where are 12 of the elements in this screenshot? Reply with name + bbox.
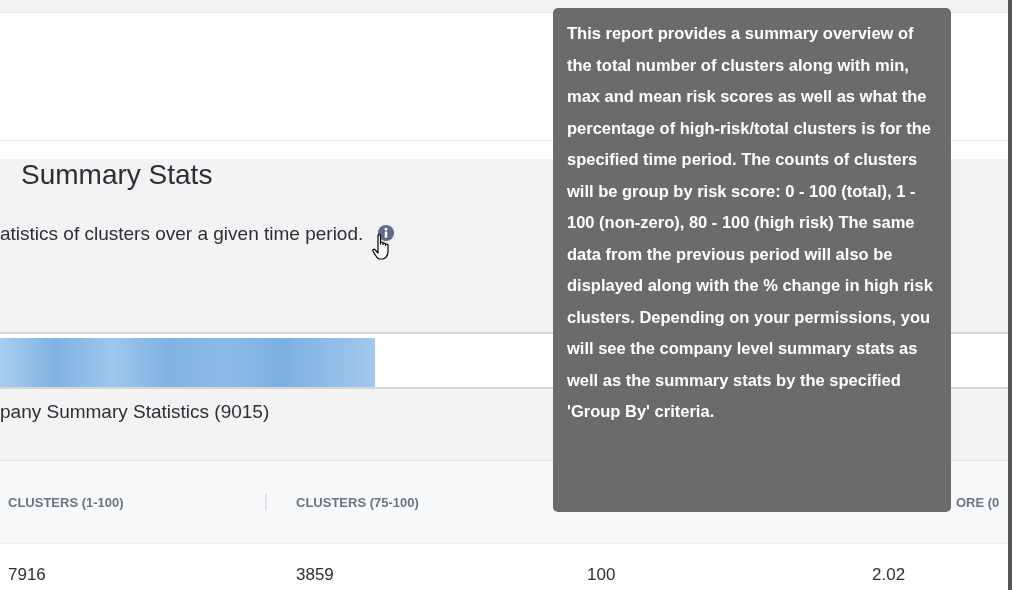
section-title: pany Summary Statistics (9015) xyxy=(0,401,270,422)
table-cell: 100 xyxy=(587,565,616,584)
column-header[interactable]: CLUSTERS (1-100) xyxy=(8,494,124,510)
info-icon[interactable] xyxy=(377,224,396,242)
tooltip: This report provides a summary overview of the total number of clusters along with min, max and mean risk scores as well as what the percentage of high-risk/total clusters is for the specified time period. The counts of clusters will be group by risk score: 0 - 100 (total), 1 - 100 (non-zero), 80 - 100 (high risk) The same data from the previous period will also be displayed along with the % change in high risk clusters. Depending on your permissions, you will see the company level summary stats as well as the summary stats by the specified 'Group By' criteria. xyxy=(553,8,951,512)
table-cell: 7916 xyxy=(8,565,46,584)
column-header[interactable]: CLUSTERS (75-100) xyxy=(296,494,419,510)
table-cell: 3859 xyxy=(296,565,334,584)
panel-description: atistics of clusters over a given time period. xyxy=(0,223,364,245)
column-header[interactable]: ORE (0 xyxy=(956,494,1000,510)
panel-title: Summary Stats xyxy=(21,159,213,192)
table-cell: 2.02 xyxy=(872,565,906,584)
